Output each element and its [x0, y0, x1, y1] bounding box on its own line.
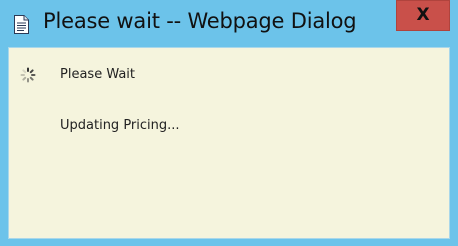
close-label: X — [416, 5, 430, 25]
close-button[interactable]: X — [396, 0, 450, 31]
document-icon — [14, 15, 29, 34]
title-bar[interactable]: Please wait -- Webpage Dialog X — [0, 0, 458, 47]
dialog-window: Please wait -- Webpage Dialog X Please W… — [0, 0, 458, 246]
dialog-content: Please Wait Updating Pricing... — [8, 47, 450, 239]
status-message: Updating Pricing... — [60, 118, 180, 133]
dialog-title: Please wait -- Webpage Dialog — [43, 9, 357, 33]
loading-spinner-icon — [20, 67, 36, 83]
status-title: Please Wait — [60, 67, 136, 82]
